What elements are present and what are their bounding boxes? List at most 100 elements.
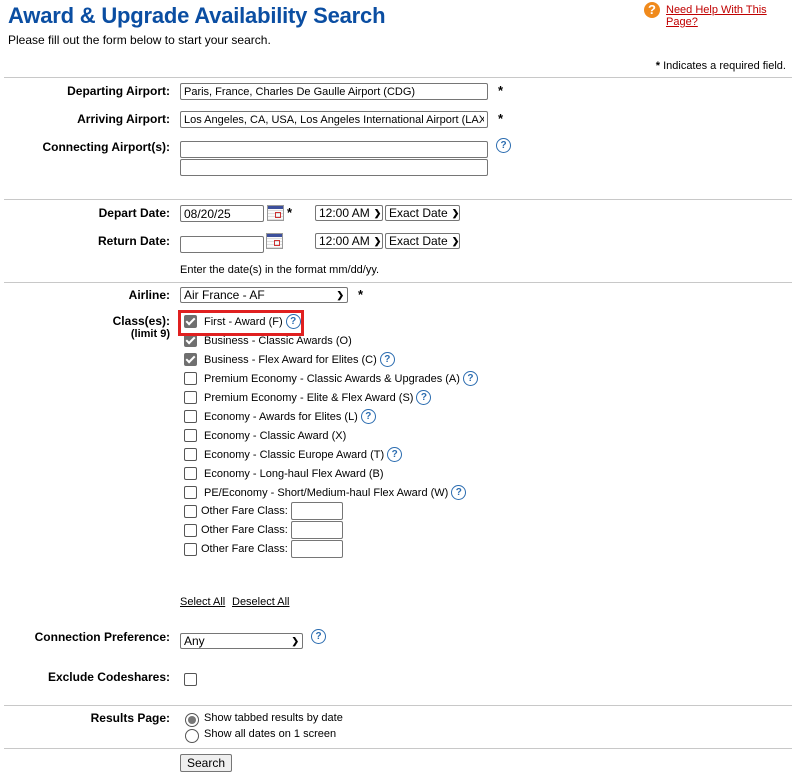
chevron-down-icon: ❯ — [336, 289, 344, 300]
class-label: Economy - Classic Award (X) — [204, 429, 347, 442]
selected-value: Exact Date — [389, 206, 448, 220]
class-checkbox[interactable] — [184, 467, 197, 480]
results-page-label: Results Page: — [90, 711, 170, 725]
class-option[interactable]: Premium Economy - Classic Awards & Upgra… — [184, 369, 478, 388]
return-date-label: Return Date: — [97, 234, 170, 248]
help-icon[interactable]: ? — [311, 629, 326, 644]
deselect-all-link[interactable]: Deselect All — [232, 596, 289, 608]
class-option[interactable]: Economy - Classic Award (X) — [184, 426, 346, 445]
page-subtitle: Please fill out the form below to start … — [8, 33, 271, 47]
class-checkbox[interactable] — [184, 448, 197, 461]
class-checkbox[interactable] — [184, 391, 197, 404]
classes-label: Class(es): — [112, 314, 170, 328]
exclude-codeshares-checkbox[interactable] — [184, 673, 197, 686]
class-label: Business - Flex Award for Elites (C) — [204, 353, 377, 366]
radio-all-dates-label: Show all dates on 1 screen — [204, 728, 337, 740]
airline-label: Airline: — [128, 288, 170, 302]
divider — [4, 705, 792, 706]
class-checkbox[interactable] — [184, 429, 197, 442]
class-option[interactable]: Premium Economy - Elite & Flex Award (S)… — [184, 388, 432, 407]
required-note: * Indicates a required field. — [656, 60, 786, 72]
chevron-down-icon: ❯ — [451, 235, 460, 246]
class-label: Premium Economy - Elite & Flex Award (S) — [204, 391, 414, 404]
depart-date-input[interactable] — [180, 205, 264, 222]
connection-preference-select[interactable]: Any ❯ — [180, 633, 303, 649]
selected-value: Any — [184, 634, 205, 648]
help-icon[interactable]: ? — [644, 2, 660, 18]
departing-airport-label: Departing Airport: — [67, 84, 170, 98]
other-fare-input[interactable] — [290, 521, 343, 539]
chevron-down-icon: ❯ — [373, 207, 382, 218]
help-icon[interactable]: ? — [379, 352, 395, 367]
selected-value: 12:00 AM — [319, 206, 370, 220]
help-icon[interactable]: ? — [462, 371, 478, 386]
search-button[interactable]: Search — [180, 754, 233, 772]
divider — [4, 199, 792, 200]
class-checkbox[interactable] — [184, 486, 197, 499]
required-mark: * — [655, 60, 661, 72]
connection-preference-label: Connection Preference: — [34, 630, 170, 644]
help-icon[interactable]: ? — [496, 138, 511, 153]
help-icon[interactable]: ? — [416, 390, 432, 405]
chevron-down-icon: ❯ — [451, 207, 460, 218]
depart-time-select[interactable]: 12:00 AM ❯ — [315, 205, 383, 221]
calendar-icon[interactable] — [267, 205, 284, 221]
highlight-box — [178, 310, 304, 336]
radio-tabbed-results[interactable] — [185, 713, 199, 727]
connecting-airport-input-1[interactable] — [180, 141, 488, 158]
required-mark: * — [287, 205, 293, 220]
depart-date-label: Depart Date: — [98, 206, 170, 220]
return-flex-select[interactable]: Exact Date ❯ — [385, 233, 460, 249]
divider — [4, 77, 792, 78]
departing-airport-input[interactable] — [180, 83, 488, 100]
other-fare-checkbox[interactable] — [184, 504, 197, 518]
required-note-text: Indicates a required field. — [663, 60, 786, 72]
selected-value: 12:00 AM — [319, 234, 370, 248]
airline-select[interactable]: Air France - AF ❯ — [180, 287, 348, 303]
select-all-link[interactable]: Select All — [180, 596, 225, 608]
class-label: Economy - Classic Europe Award (T) — [204, 448, 385, 461]
help-icon[interactable]: ? — [360, 409, 376, 424]
class-label: Premium Economy - Classic Awards & Upgra… — [204, 372, 460, 385]
other-fare-label: Other Fare Class: — [201, 505, 288, 517]
other-fare-input[interactable] — [290, 540, 343, 558]
return-time-select[interactable]: 12:00 AM ❯ — [315, 233, 383, 249]
class-checkbox[interactable] — [184, 372, 197, 385]
class-label: Business - Classic Awards (O) — [204, 334, 352, 347]
help-icon[interactable]: ? — [451, 485, 467, 500]
other-fare-class: Other Fare Class: — [184, 502, 343, 520]
return-date-input[interactable] — [180, 236, 264, 253]
calendar-icon[interactable] — [266, 233, 283, 249]
date-format-note: Enter the date(s) in the format mm/dd/yy… — [180, 264, 380, 276]
class-option[interactable]: Economy - Long-haul Flex Award (B) — [184, 464, 384, 483]
radio-tabbed-label: Show tabbed results by date — [204, 712, 343, 724]
arriving-airport-input[interactable] — [180, 111, 488, 128]
required-mark: * — [498, 83, 504, 98]
arriving-airport-label: Arriving Airport: — [77, 112, 170, 126]
need-help-link[interactable]: Need Help With This Page? — [666, 4, 796, 28]
class-option[interactable]: Economy - Awards for Elites (L)? — [184, 407, 376, 426]
required-mark: * — [358, 287, 364, 302]
class-checkbox[interactable] — [184, 410, 197, 423]
other-fare-label: Other Fare Class: — [201, 524, 288, 536]
other-fare-label: Other Fare Class: — [201, 543, 288, 555]
class-label: PE/Economy - Short/Medium-haul Flex Awar… — [204, 486, 449, 499]
required-mark: * — [498, 111, 504, 126]
other-fare-checkbox[interactable] — [184, 542, 197, 556]
radio-all-dates[interactable] — [185, 729, 199, 743]
class-option[interactable]: Economy - Classic Europe Award (T)? — [184, 445, 403, 464]
class-checkbox[interactable] — [184, 353, 197, 366]
exclude-codeshares-label: Exclude Codeshares: — [47, 670, 170, 684]
class-option[interactable]: Business - Flex Award for Elites (C)? — [184, 350, 395, 369]
divider — [4, 748, 792, 749]
chevron-down-icon: ❯ — [291, 635, 299, 646]
other-fare-input[interactable] — [290, 502, 343, 520]
help-icon[interactable]: ? — [387, 447, 403, 462]
depart-flex-select[interactable]: Exact Date ❯ — [385, 205, 460, 221]
chevron-down-icon: ❯ — [373, 235, 382, 246]
other-fare-checkbox[interactable] — [184, 523, 197, 537]
class-option[interactable]: PE/Economy - Short/Medium-haul Flex Awar… — [184, 483, 467, 502]
class-label: Economy - Long-haul Flex Award (B) — [204, 467, 384, 480]
selected-value: Air France - AF — [184, 288, 265, 302]
connecting-airport-input-2[interactable] — [180, 159, 488, 176]
